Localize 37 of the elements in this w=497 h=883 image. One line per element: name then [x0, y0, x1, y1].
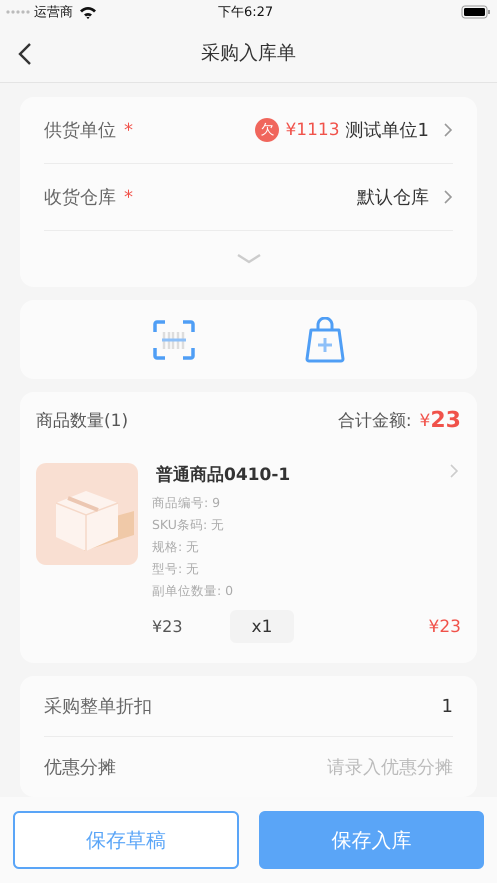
- battery-icon: [461, 5, 491, 19]
- total-amount: 23: [430, 408, 461, 433]
- chevron-right-icon[interactable]: [443, 122, 453, 138]
- quantity-field[interactable]: x1: [230, 610, 294, 643]
- product-detail: 商品编号: 9: [152, 494, 222, 512]
- add-bag-icon[interactable]: [304, 316, 344, 362]
- goods-count: 商品数量(1): [36, 410, 128, 432]
- product-detail: 副单位数量: 0: [152, 582, 234, 600]
- scan-icon[interactable]: [152, 320, 194, 360]
- wifi-icon: [79, 6, 97, 18]
- back-icon[interactable]: [18, 43, 32, 65]
- product-name[interactable]: 普通商品0410-1: [156, 463, 461, 486]
- chevron-right-icon[interactable]: [449, 463, 459, 479]
- line-total: ¥23: [428, 616, 461, 636]
- debt-amount: ¥1113: [285, 120, 340, 140]
- total-label: 合计金额:: [338, 410, 412, 432]
- product-detail: 型号: 无: [152, 560, 200, 578]
- required-mark: *: [124, 120, 133, 140]
- field-label: 收货仓库: [44, 186, 116, 209]
- field-label: 优惠分摊: [44, 756, 116, 779]
- product-detail: SKU条码: 无: [152, 516, 226, 534]
- field-label: 供货单位: [44, 119, 116, 142]
- page-title: 采购入库单: [201, 41, 296, 66]
- field-value[interactable]: 1: [442, 696, 453, 716]
- signal-icon: [6, 9, 30, 15]
- field-value[interactable]: 默认仓库: [357, 185, 429, 209]
- chevron-right-icon[interactable]: [443, 189, 453, 205]
- status-time: 下午6:27: [218, 4, 274, 21]
- field-label: 采购整单折扣: [44, 695, 152, 718]
- required-mark: *: [124, 186, 133, 208]
- carrier-name: 运营商: [34, 4, 73, 21]
- field-value[interactable]: 测试单位1: [346, 118, 429, 142]
- unit-price: ¥23: [152, 617, 184, 636]
- product-detail: 规格: 无: [152, 538, 200, 556]
- debt-badge: 欠: [255, 118, 280, 142]
- currency-sign: ¥: [420, 410, 430, 430]
- expand-chevron-icon[interactable]: [236, 254, 260, 264]
